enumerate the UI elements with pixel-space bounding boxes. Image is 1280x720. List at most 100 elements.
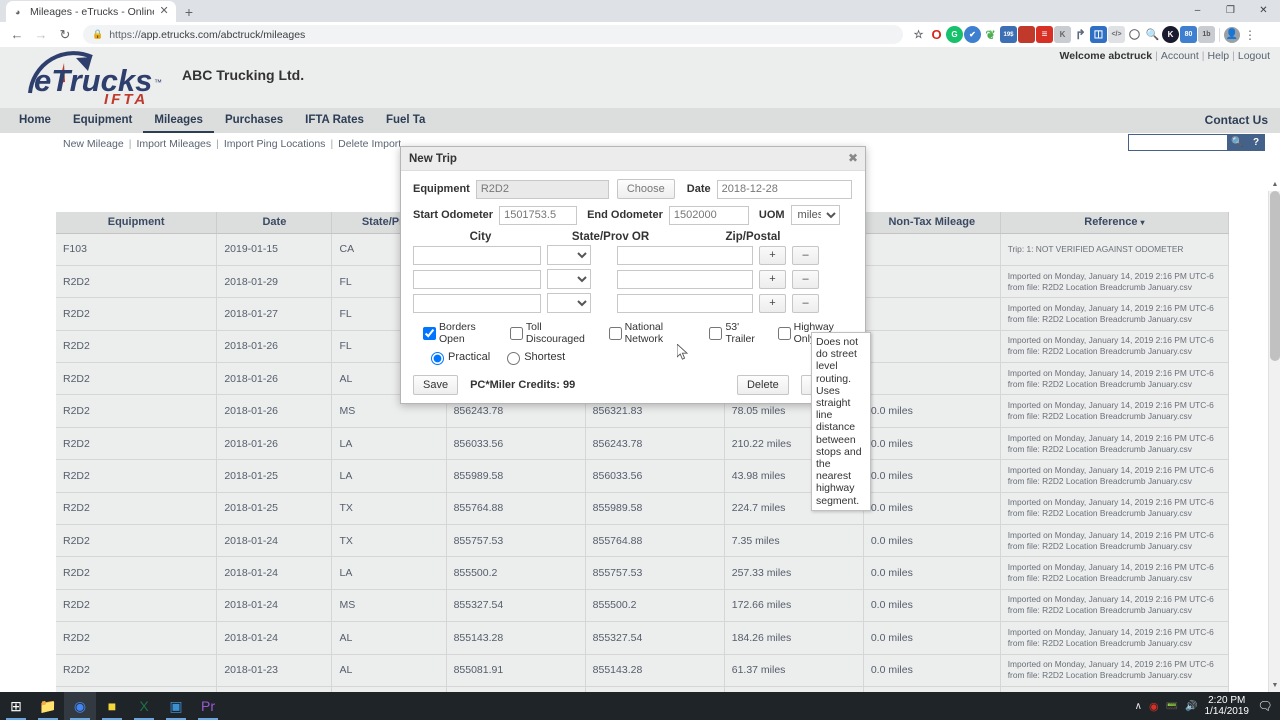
scrollbar-thumb[interactable]	[1270, 191, 1280, 361]
subnav-import-ping-locations[interactable]: Import Ping Locations	[224, 138, 326, 150]
close-icon[interactable]: ✖	[848, 151, 858, 165]
subnav-import-mileages[interactable]: Import Mileages	[136, 138, 211, 150]
nav-item-fuel-taxes[interactable]: Fuel Ta	[375, 108, 436, 133]
city-input-0[interactable]	[413, 245, 541, 265]
route-mode-practical[interactable]: Practical	[426, 349, 490, 365]
excel-button[interactable]: X	[128, 692, 160, 720]
magnifier-extension-icon[interactable]: 🔍	[1144, 26, 1161, 43]
opera-extension-icon[interactable]: O	[928, 26, 945, 43]
city-input-2[interactable]	[413, 293, 541, 313]
column-header-equipment[interactable]: Equipment	[56, 212, 218, 234]
table-row[interactable]: R2D2 2018-01-25 TX 855764.88 855989.58 224.7 …	[56, 492, 1230, 526]
address-bar[interactable]: 🔒 https://app.etrucks.com/abctruck/milea…	[83, 25, 903, 44]
premiere-button[interactable]: Pr	[192, 692, 224, 720]
remove-stop-button-1[interactable]: –	[792, 269, 819, 289]
bubble-extension-icon[interactable]: ◯	[1126, 26, 1143, 43]
subnav-delete-import[interactable]: Delete Import	[338, 138, 401, 150]
media-player-button[interactable]: ▣	[160, 692, 192, 720]
volume-tray-icon[interactable]: 🔊	[1185, 701, 1197, 712]
checkbox-0[interactable]	[423, 326, 436, 340]
uom-select[interactable]: mileskilometers	[790, 205, 840, 225]
nav-item-ifta-rates[interactable]: IFTA Rates	[294, 108, 375, 133]
shield-extension-icon[interactable]: ✔	[964, 26, 981, 43]
date-field[interactable]	[716, 179, 852, 199]
scroll-up-icon[interactable]: ▲	[1269, 179, 1280, 191]
browser-menu-icon[interactable]: ⋮	[1241, 28, 1259, 42]
remove-stop-button-2[interactable]: –	[792, 293, 819, 313]
code-extension-icon[interactable]: </>	[1108, 26, 1125, 43]
red-square-extension-icon[interactable]	[1018, 26, 1035, 43]
book-extension-icon[interactable]: ◫	[1090, 26, 1107, 43]
minimize-icon[interactable]: –	[1181, 0, 1214, 22]
state-select-0[interactable]	[547, 245, 591, 265]
gray-tag-extension-icon[interactable]: 1b	[1198, 26, 1215, 43]
table-row[interactable]: R2D2 2018-01-24 LA 855500.2 855757.53 257.33 …	[56, 556, 1230, 590]
forward-icon[interactable]: →	[30, 24, 52, 46]
column-header-reference[interactable]: Reference ▾	[1000, 212, 1230, 234]
column-header-non-tax-mileage[interactable]: Non-Tax Mileage	[863, 212, 1001, 234]
search-icon[interactable]: 🔍	[1227, 135, 1248, 150]
etrucks-logo[interactable]: eTrucks ™ IFTA	[18, 49, 168, 108]
red-list-extension-icon[interactable]: ≡	[1036, 26, 1053, 43]
reload-icon[interactable]: ↻	[54, 24, 76, 46]
maximize-icon[interactable]: ❐	[1214, 0, 1247, 22]
action-center-icon[interactable]: 🗨	[1256, 697, 1274, 715]
blue-bar-extension-icon[interactable]: 19$	[1000, 26, 1017, 43]
contact-us-link[interactable]: Contact Us	[1205, 108, 1268, 133]
start-button[interactable]: ⊞	[0, 692, 32, 720]
network-tray-icon[interactable]: 📟	[1166, 701, 1178, 712]
end-odometer-field[interactable]	[668, 205, 749, 225]
back-icon[interactable]: ←	[6, 24, 28, 46]
city-input-1[interactable]	[413, 269, 541, 289]
search-input[interactable]	[1129, 135, 1227, 150]
close-icon[interactable]: ✕	[159, 5, 169, 18]
checkbox-3[interactable]	[709, 326, 723, 340]
arrow-extension-icon[interactable]: ↱	[1072, 26, 1089, 43]
choose-button[interactable]: Choose	[616, 179, 675, 199]
radio-1[interactable]	[507, 352, 521, 365]
evernote-extension-icon[interactable]: ❦	[982, 26, 999, 43]
nav-item-equipment[interactable]: Equipment	[62, 108, 143, 133]
table-row[interactable]: R2D2 2018-01-24 AL 855143.28 855327.54 184.26…	[56, 621, 1230, 655]
save-button[interactable]: Save	[413, 375, 459, 395]
nav-item-mileages[interactable]: Mileages	[143, 108, 214, 133]
table-row[interactable]: R2D2 2018-01-25 LA 855989.58 856033.56 43.98 …	[56, 459, 1230, 493]
new-tab-button[interactable]: +	[176, 2, 202, 22]
remove-stop-button-0[interactable]: –	[792, 245, 819, 265]
option-toll-discouraged[interactable]: Toll Discouraged	[509, 321, 600, 345]
bookmark-star-icon[interactable]: ☆	[910, 26, 927, 43]
start-odometer-field[interactable]	[499, 205, 578, 225]
zip-input-1[interactable]	[617, 269, 753, 289]
add-stop-button-2[interactable]: +	[759, 293, 786, 313]
search-help-icon[interactable]: ?	[1248, 135, 1264, 150]
grammarly-extension-icon[interactable]: G	[946, 26, 963, 43]
checkbox-4[interactable]	[777, 326, 791, 340]
delete-button[interactable]: Delete	[736, 375, 789, 395]
column-header-date[interactable]: Date	[216, 212, 333, 234]
account-link[interactable]: Account	[1161, 50, 1199, 62]
zip-input-2[interactable]	[617, 293, 753, 313]
black-k-extension-icon[interactable]: K	[1162, 26, 1179, 43]
add-stop-button-1[interactable]: +	[759, 269, 786, 289]
scroll-down-icon[interactable]: ▼	[1269, 680, 1280, 692]
taskbar-clock[interactable]: 2:20 PM 1/14/2019	[1205, 695, 1250, 717]
table-row[interactable]: R2D2 2018-01-24 MS 855327.54 855500.2 172.66 …	[56, 589, 1230, 623]
equipment-field[interactable]	[475, 179, 609, 199]
state-select-1[interactable]	[547, 269, 591, 289]
table-row[interactable]: R2D2 2018-01-24 TX 855757.53 855764.88 7.35 m…	[56, 524, 1230, 558]
table-row[interactable]: R2D2 2018-01-26 LA 856033.56 856243.78 210.22…	[56, 427, 1230, 461]
chrome-button[interactable]: ◉	[64, 692, 96, 720]
state-select-2[interactable]	[547, 293, 591, 313]
blue-tag-extension-icon[interactable]: 80	[1180, 26, 1197, 43]
browser-tab[interactable]: ◕ Mileages - eTrucks - Online Fuel ✕	[6, 1, 176, 22]
add-stop-button-0[interactable]: +	[759, 245, 786, 265]
show-hidden-icons-icon[interactable]: ∧	[1135, 701, 1142, 712]
page-scrollbar[interactable]: ▲ ▼	[1268, 181, 1280, 692]
nav-item-purchases[interactable]: Purchases	[214, 108, 294, 133]
sticky-notes-button[interactable]: ■	[96, 692, 128, 720]
nav-item-home[interactable]: Home	[8, 108, 62, 133]
subnav-new-mileage[interactable]: New Mileage	[63, 138, 124, 150]
file-explorer-button[interactable]: 📁	[32, 692, 64, 720]
option-national-network[interactable]: National Network	[608, 321, 701, 345]
antivirus-tray-icon[interactable]: ◉	[1149, 700, 1159, 713]
